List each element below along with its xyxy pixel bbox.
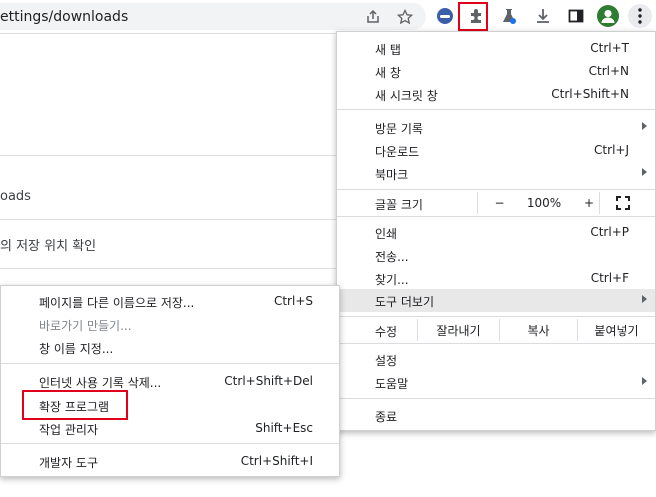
edit-label: 수정 <box>375 325 398 339</box>
menu-item-label: 페이지를 다른 이름으로 저장... <box>39 296 195 310</box>
submenu-arrow-icon <box>642 295 647 303</box>
menu-item-cast[interactable]: 전송... <box>337 244 655 266</box>
menu-item-label: 종료 <box>375 410 398 424</box>
address-bar[interactable]: ettings/downloads <box>0 3 426 30</box>
menu-item-print[interactable]: 인쇄 Ctrl+P <box>337 221 655 243</box>
menu-separator <box>337 316 655 317</box>
ask-save-location-label: 의 저장 위치 확인 <box>0 239 97 254</box>
submenu-item-task-manager[interactable]: 작업 관리자 Shift+Esc <box>1 417 339 439</box>
menu-item-settings[interactable]: 설정 <box>337 348 655 370</box>
download-icon[interactable] <box>532 5 554 27</box>
menu-item-label: 찾기... <box>375 273 409 287</box>
menu-item-label: 인쇄 <box>375 227 398 241</box>
menu-item-history[interactable]: 방문 기록 <box>337 116 655 138</box>
menu-item-shortcut: Ctrl+N <box>588 64 629 78</box>
menu-item-label: 인터넷 사용 기록 삭제... <box>39 376 162 390</box>
menu-item-more-tools[interactable]: 도구 더보기 <box>337 289 655 312</box>
menu-separator <box>337 216 655 217</box>
menu-item-shortcut: Ctrl+P <box>590 225 629 239</box>
menu-item-label: 새 탭 <box>375 43 401 57</box>
menu-item-shortcut: Ctrl+J <box>594 143 629 157</box>
browser-toolbar: ettings/downloads <box>0 0 656 34</box>
menu-item-shortcut: Ctrl+F <box>590 271 629 285</box>
menu-item-shortcut: Shift+Esc <box>255 421 313 435</box>
submenu-item-create-shortcut[interactable]: 바로가기 만들기... <box>1 313 339 335</box>
page-divider <box>0 268 340 269</box>
side-panel-icon[interactable] <box>565 5 587 27</box>
submenu-arrow-icon <box>642 168 647 176</box>
menu-item-label: 도움말 <box>375 377 409 391</box>
submenu-arrow-icon <box>642 377 647 385</box>
page-divider <box>0 155 340 156</box>
menu-separator <box>1 363 339 364</box>
extension-round-icon[interactable] <box>434 5 456 27</box>
menu-item-shortcut: Ctrl+Shift+Del <box>224 374 313 388</box>
bookmark-star-icon[interactable] <box>396 8 414 26</box>
submenu-arrow-icon <box>642 122 647 130</box>
fullscreen-icon[interactable] <box>599 192 645 214</box>
zoom-row: 글꼴 크기 − 100% + <box>337 192 655 214</box>
menu-item-label: 설정 <box>375 354 398 368</box>
menu-item-shortcut: Ctrl+T <box>590 41 629 55</box>
page-divider <box>0 219 340 220</box>
extensions-highlight-box <box>458 2 488 31</box>
menu-item-label: 다운로드 <box>375 145 420 159</box>
menu-item-help[interactable]: 도움말 <box>337 371 655 393</box>
menu-item-label: 창 이름 지정... <box>39 342 114 356</box>
submenu-item-name-window[interactable]: 창 이름 지정... <box>1 336 339 358</box>
menu-item-new-tab[interactable]: 새 탭 Ctrl+T <box>337 37 655 59</box>
menu-separator <box>337 343 655 344</box>
menu-separator <box>337 109 655 110</box>
menu-item-label: 개발자 도구 <box>39 456 99 470</box>
paste-button[interactable]: 붙여넣기 <box>577 319 655 341</box>
zoom-label: 글꼴 크기 <box>375 198 423 212</box>
menu-item-shortcut: Ctrl+Shift+N <box>551 87 629 101</box>
three-dot-menu-icon[interactable] <box>628 4 652 28</box>
downloads-location-label: oads <box>0 189 31 204</box>
menu-item-new-window[interactable]: 새 창 Ctrl+N <box>337 60 655 82</box>
cut-button[interactable]: 잘라내기 <box>417 319 499 341</box>
menu-item-label: 작업 관리자 <box>39 423 99 437</box>
menu-separator <box>337 189 655 190</box>
menu-item-shortcut: Ctrl+Shift+I <box>240 454 313 468</box>
menu-item-downloads[interactable]: 다운로드 Ctrl+J <box>337 139 655 161</box>
menu-separator <box>1 443 339 444</box>
flask-icon[interactable] <box>498 5 520 27</box>
copy-button[interactable]: 복사 <box>499 319 577 341</box>
zoom-out-button[interactable]: − <box>477 192 521 214</box>
menu-item-label: 방문 기록 <box>375 122 423 136</box>
menu-item-bookmarks[interactable]: 북마크 <box>337 162 655 184</box>
menu-item-label: 북마크 <box>375 168 409 182</box>
menu-item-label: 새 창 <box>375 66 401 80</box>
menu-item-new-incognito[interactable]: 새 시크릿 창 Ctrl+Shift+N <box>337 83 655 105</box>
menu-item-shortcut: Ctrl+S <box>273 294 313 308</box>
menu-item-label: 바로가기 만들기... <box>39 319 132 333</box>
url-text: ettings/downloads <box>0 9 129 25</box>
submenu-item-devtools[interactable]: 개발자 도구 Ctrl+Shift+I <box>1 450 339 472</box>
submenu-item-clear-history[interactable]: 인터넷 사용 기록 삭제... Ctrl+Shift+Del <box>1 370 339 392</box>
submenu-item-save-page[interactable]: 페이지를 다른 이름으로 저장... Ctrl+S <box>1 290 339 312</box>
menu-item-label: 전송... <box>375 250 409 264</box>
zoom-value: 100% <box>526 196 562 210</box>
menu-item-label: 새 시크릿 창 <box>375 89 438 103</box>
more-tools-submenu: 페이지를 다른 이름으로 저장... Ctrl+S 바로가기 만들기... 창 … <box>0 285 340 477</box>
menu-item-exit[interactable]: 종료 <box>337 404 655 426</box>
menu-item-find[interactable]: 찾기... Ctrl+F <box>337 267 655 289</box>
extensions-item-highlight-box <box>22 390 128 420</box>
share-icon[interactable] <box>364 8 382 26</box>
edit-row: 수정 잘라내기 복사 붙여넣기 <box>337 319 655 341</box>
menu-separator <box>337 398 655 399</box>
menu-item-label: 도구 더보기 <box>375 295 435 309</box>
avatar[interactable] <box>597 5 619 27</box>
chrome-main-menu: 새 탭 Ctrl+T 새 창 Ctrl+N 새 시크릿 창 Ctrl+Shift… <box>336 31 656 431</box>
